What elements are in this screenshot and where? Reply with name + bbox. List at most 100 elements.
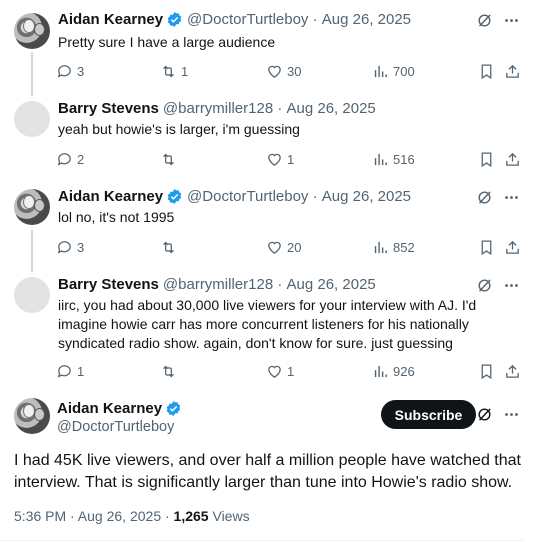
retweet-count: 1 <box>181 63 189 79</box>
more-options-icon[interactable] <box>503 406 520 423</box>
grok-icon[interactable] <box>476 277 493 294</box>
bookmark-button[interactable] <box>478 361 495 381</box>
avatar[interactable] <box>14 398 50 434</box>
like-count: 30 <box>287 63 302 79</box>
tweet-date[interactable]: Aug 26, 2025 <box>287 276 376 293</box>
views-button[interactable]: 700 <box>372 61 415 81</box>
heart-icon <box>268 65 281 78</box>
reply-count: 2 <box>77 151 85 167</box>
like-count: 1 <box>287 363 295 379</box>
views-chart-icon <box>374 65 387 77</box>
reply-count: 3 <box>77 63 85 79</box>
heart-icon <box>268 153 281 166</box>
author-handle[interactable]: @DoctorTurtleboy <box>57 419 174 435</box>
bookmark-button[interactable] <box>478 237 495 257</box>
author-name[interactable]: Aidan Kearney <box>58 11 163 28</box>
bookmark-icon <box>481 151 492 167</box>
share-button[interactable] <box>504 237 521 257</box>
bookmark-icon <box>481 239 492 255</box>
reply-count: 3 <box>77 239 85 255</box>
bookmark-button[interactable] <box>478 61 495 81</box>
bookmark-icon <box>481 63 492 79</box>
retweet-icon <box>163 65 174 77</box>
tweet-text: yeah but howie's is larger, i'm guessing <box>58 121 300 137</box>
tweet-date[interactable]: Aug 26, 2025 <box>287 100 376 117</box>
reply-icon <box>57 152 71 166</box>
views-count: 926 <box>393 363 415 379</box>
bookmark-button[interactable] <box>478 149 495 169</box>
bookmark-icon <box>481 363 492 379</box>
tweet-text: I had 45K live viewers, and over half a … <box>14 452 521 491</box>
grok-icon[interactable] <box>476 406 493 423</box>
author-name[interactable]: Aidan Kearney <box>57 400 162 417</box>
subscribe-button[interactable]: Subscribe <box>381 400 476 429</box>
share-icon <box>506 240 519 254</box>
retweet-icon <box>163 365 174 377</box>
tweet-date[interactable]: Aug 26, 2025 <box>322 11 411 28</box>
retweet-button[interactable] <box>160 237 181 257</box>
views-count: 516 <box>393 151 415 167</box>
views-count: 1,265 <box>173 508 209 524</box>
separator-dot: · <box>273 100 287 117</box>
tweet[interactable]: Barry Stevens @barrymiller128 · Aug 26, … <box>0 90 540 178</box>
more-options-icon[interactable] <box>503 12 520 29</box>
tweet[interactable]: Aidan Kearney @DoctorTurtleboy · Aug 26,… <box>0 0 540 90</box>
reply-button[interactable]: 3 <box>56 237 84 257</box>
share-button[interactable] <box>504 149 521 169</box>
views-count: 852 <box>393 239 415 255</box>
author-handle[interactable]: @DoctorTurtleboy <box>187 11 308 28</box>
verified-badge-icon <box>166 401 181 416</box>
views-chart-icon <box>374 365 387 377</box>
like-button[interactable]: 1 <box>266 361 294 381</box>
author-handle[interactable]: @barrymiller128 <box>163 276 273 293</box>
views-label: Views <box>208 508 250 524</box>
retweet-icon <box>163 153 174 165</box>
grok-icon[interactable] <box>476 189 493 206</box>
author-handle[interactable]: @barrymiller128 <box>163 100 273 117</box>
grok-icon[interactable] <box>476 12 493 29</box>
views-button[interactable]: 852 <box>372 237 415 257</box>
author-name[interactable]: Barry Stevens <box>58 276 159 293</box>
author-handle[interactable]: @DoctorTurtleboy <box>187 188 308 205</box>
avatar[interactable] <box>14 277 50 313</box>
retweet-button[interactable] <box>160 361 181 381</box>
views-chart-icon <box>374 153 387 165</box>
more-options-icon[interactable] <box>503 189 520 206</box>
retweet-button[interactable] <box>160 149 181 169</box>
share-button[interactable] <box>504 361 521 381</box>
avatar[interactable] <box>14 13 50 49</box>
author-name[interactable]: Aidan Kearney <box>58 188 163 205</box>
share-icon <box>506 364 519 378</box>
tweet-text: lol no, it's not 1995 <box>58 209 175 225</box>
retweet-icon <box>163 241 174 253</box>
heart-icon <box>268 365 281 378</box>
like-button[interactable]: 30 <box>266 61 301 81</box>
tweet-date[interactable]: Aug 26, 2025 <box>322 188 411 205</box>
separator-dot: · <box>308 188 322 205</box>
share-icon <box>506 152 519 166</box>
retweet-button[interactable]: 1 <box>160 61 188 81</box>
share-button[interactable] <box>504 61 521 81</box>
more-options-icon[interactable] <box>503 277 520 294</box>
like-count: 20 <box>287 239 302 255</box>
tweet[interactable]: Aidan Kearney @DoctorTurtleboy · Aug 26,… <box>0 178 540 266</box>
verified-badge-icon <box>167 189 182 204</box>
separator-dot: · <box>308 11 322 28</box>
divider <box>0 540 524 541</box>
avatar[interactable] <box>14 101 50 137</box>
tweet[interactable]: Barry Stevens @barrymiller128 · Aug 26, … <box>0 266 540 390</box>
reply-icon <box>57 364 71 378</box>
avatar[interactable] <box>14 189 50 225</box>
views-button[interactable]: 516 <box>372 149 415 169</box>
author-name[interactable]: Barry Stevens <box>58 100 159 117</box>
views-button[interactable]: 926 <box>372 361 415 381</box>
tweet-text: iirc, you had about 30,000 live viewers … <box>58 297 477 351</box>
share-icon <box>506 64 519 78</box>
reply-button[interactable]: 3 <box>56 61 84 81</box>
tweet-timestamp[interactable]: 5:36 PM · Aug 26, 2025 · <box>14 508 174 524</box>
reply-icon <box>57 240 71 254</box>
like-button[interactable]: 1 <box>266 149 294 169</box>
reply-button[interactable]: 1 <box>56 361 84 381</box>
like-button[interactable]: 20 <box>266 237 301 257</box>
reply-button[interactable]: 2 <box>56 149 84 169</box>
